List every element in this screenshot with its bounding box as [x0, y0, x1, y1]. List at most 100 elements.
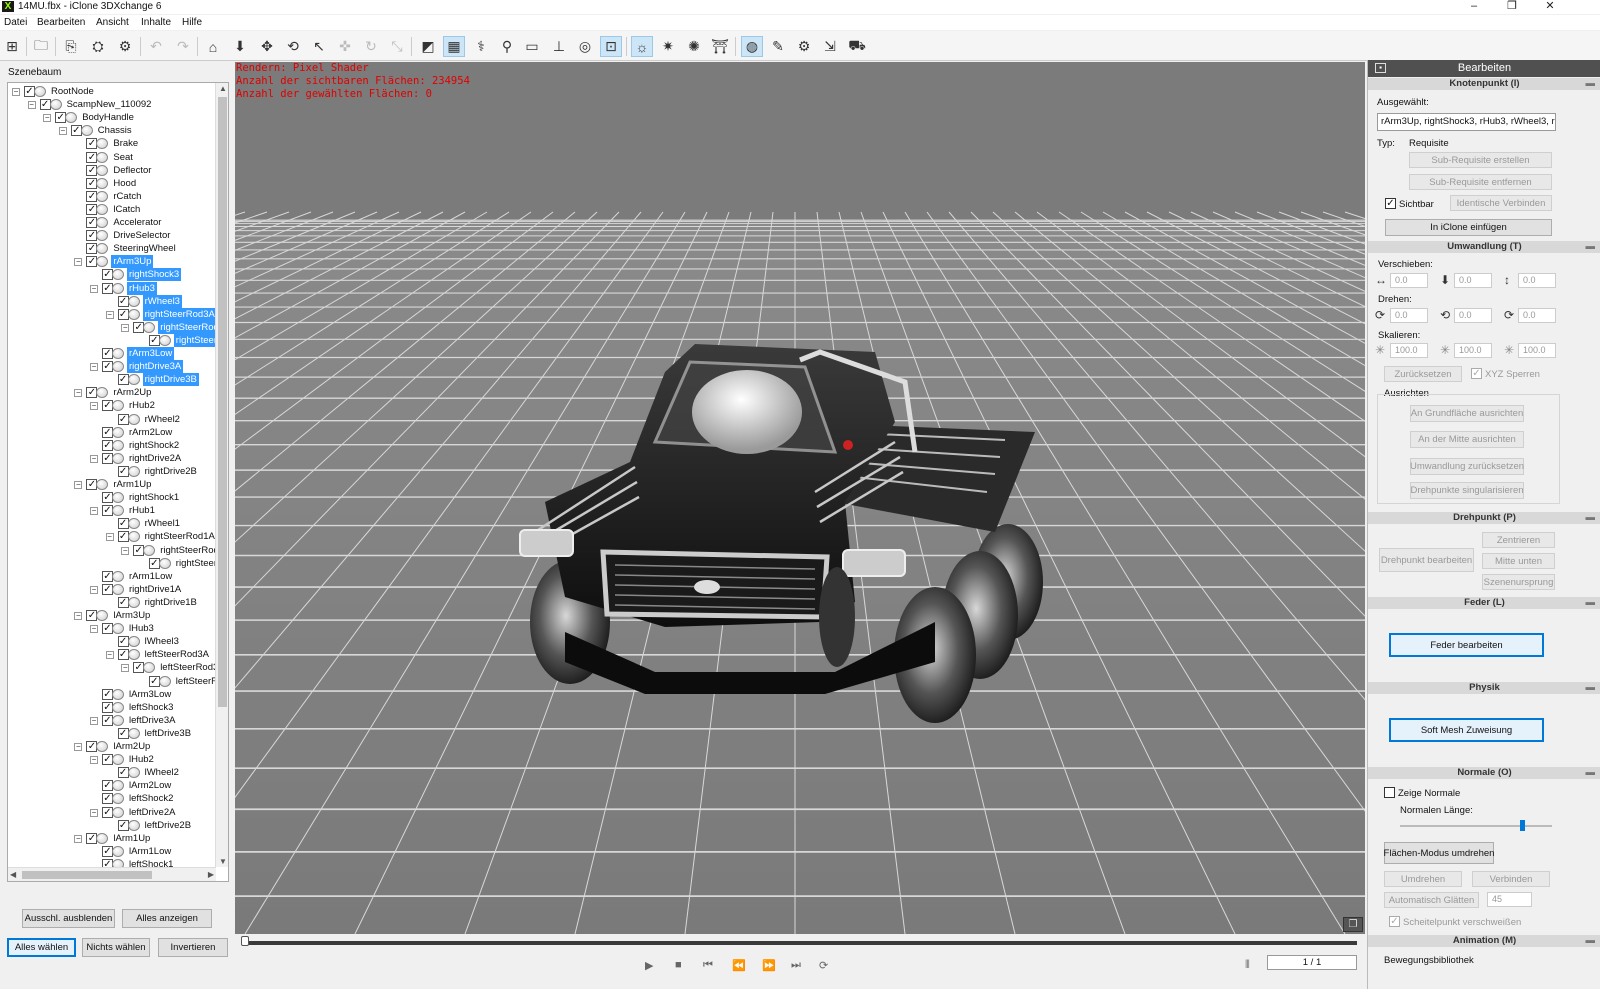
align-ground-button[interactable]: An Grundfläche ausrichten [1410, 405, 1524, 422]
tree-node[interactable]: ✓ Hood [8, 177, 214, 190]
spot-icon[interactable]: ✺ [683, 36, 705, 57]
tree-vertical-scrollbar[interactable]: ▲ ▼ [215, 83, 228, 867]
menu-help[interactable]: Hilfe [182, 17, 202, 28]
expand-collapse-icon[interactable]: − [90, 507, 98, 516]
timeline-menu-icon[interactable]: ⦀ [1245, 959, 1250, 972]
scale-y-field[interactable]: 100.0 [1454, 343, 1492, 358]
tree-node[interactable]: ✓ Brake [8, 137, 214, 150]
tree-node[interactable]: ✓ leftDrive3B [8, 727, 214, 740]
expand-collapse-icon[interactable]: − [58, 127, 67, 136]
frame-counter[interactable]: 1 / 1 [1267, 955, 1357, 970]
tree-node[interactable]: ✓ lArm1Low [8, 845, 214, 858]
expand-collapse-icon[interactable]: − [105, 310, 114, 319]
section-animation[interactable]: Animation (M) ▬ [1368, 935, 1600, 947]
reset-icon[interactable]: ↻ [360, 36, 382, 57]
expand-collapse-icon[interactable]: − [90, 585, 98, 594]
menu-edit[interactable]: Bearbeiten [37, 17, 85, 28]
node-visibility-checkbox[interactable]: ✓ [117, 636, 129, 648]
timeline-playhead[interactable] [241, 936, 249, 946]
expand-collapse-icon[interactable]: − [105, 651, 114, 660]
export-box-icon[interactable]: ⇲ [819, 36, 841, 57]
flip-face-mode-button[interactable]: Flächen-Modus umdrehen [1384, 842, 1494, 864]
tree-node[interactable]: − ✓ lHub2 [8, 753, 214, 766]
reset-transform-button[interactable]: Zurücksetzen [1384, 366, 1462, 382]
tree-node[interactable]: ✓ lCatch [8, 203, 214, 216]
tree-node[interactable]: − ✓ rightDrive2A [8, 452, 214, 465]
go-start-icon[interactable]: ⏮ [703, 959, 713, 972]
move-y-field[interactable]: 0.0 [1454, 273, 1492, 288]
import-icon[interactable]: ⛭ [87, 36, 109, 57]
expand-collapse-icon[interactable]: − [90, 284, 98, 293]
maximize-button[interactable]: ❐ [1494, 0, 1530, 14]
snap-icon[interactable]: ⤡ [386, 36, 408, 57]
section-pivot[interactable]: Drehpunkt (P) ▬ [1368, 512, 1600, 524]
stop-icon[interactable]: ■ [675, 959, 682, 971]
tree-node[interactable]: − ✓ leftDrive3A [8, 714, 214, 727]
expand-collapse-icon[interactable]: − [90, 756, 98, 765]
move-x-field[interactable]: 0.0 [1390, 273, 1428, 288]
rotate-icon[interactable]: ⟲ [282, 36, 304, 57]
expand-collapse-icon[interactable]: − [121, 323, 130, 332]
tree-node[interactable]: ✓ rCatch [8, 190, 214, 203]
menu-content[interactable]: Inhalte [141, 17, 171, 28]
tree-node[interactable]: ✓ lWheel3 [8, 635, 214, 648]
identical-connect-button[interactable]: Identische Verbinden [1450, 195, 1552, 211]
tree-node[interactable]: ✓ rightShock2 [8, 439, 214, 452]
expand-collapse-icon[interactable]: − [121, 664, 130, 673]
tree-node[interactable]: − ✓ rArm1Up [8, 478, 214, 491]
auto-smooth-button[interactable]: Automatisch Glätten [1384, 892, 1479, 908]
node-visibility-checkbox[interactable]: ✓ [117, 531, 129, 543]
tree-node[interactable]: ✓rightSteerRod3C [8, 333, 228, 347]
normal-length-slider[interactable] [1400, 825, 1552, 827]
move-down-icon[interactable]: ⬇ [229, 36, 251, 57]
3d-viewport[interactable]: Rendern: Pixel Shader Anzahl der sichtba… [235, 62, 1365, 934]
rotate-x-field[interactable]: 0.0 [1390, 308, 1428, 323]
viewport-layout-icon[interactable]: ❐ [1343, 917, 1363, 932]
section-normals[interactable]: Normale (O) ▬ [1368, 767, 1600, 779]
expand-collapse-icon[interactable]: − [90, 363, 98, 372]
tree-node[interactable]: − ✓ rightSteerRod1A [8, 530, 215, 543]
tree-node[interactable]: − ✓ rightSteerRod1B [8, 544, 228, 557]
redo-icon[interactable]: ↷ [172, 36, 194, 57]
grid-icon[interactable]: ▦ [443, 36, 465, 57]
tree-node[interactable]: ✓ lWheel2 [8, 766, 214, 779]
move-z-field[interactable]: 0.0 [1518, 273, 1556, 288]
weld-vertices-checkbox[interactable]: ✓ [1389, 916, 1400, 927]
scale-icon[interactable]: ✜ [334, 36, 356, 57]
remove-sub-prop-button[interactable]: Sub-Requisite entfernen [1409, 174, 1552, 190]
tree-node[interactable]: ✓ rWheel3 [8, 294, 214, 308]
tree-node[interactable]: ✓ leftDrive2B [8, 819, 214, 832]
scale-x-field[interactable]: 100.0 [1390, 343, 1428, 358]
normal-length-slider-thumb[interactable] [1519, 820, 1525, 831]
selected-nodes-field[interactable]: rArm3Up, rightShock3, rHub3, rWheel3, ri… [1377, 113, 1556, 131]
scale-z-field[interactable]: 100.0 [1518, 343, 1556, 358]
scrollbar-thumb[interactable] [218, 97, 227, 707]
tree-node[interactable]: − ✓ rHub2 [8, 399, 214, 412]
tree-node[interactable]: − ✓ Chassis [8, 124, 214, 137]
tree-node[interactable]: ✓ leftShock3 [8, 701, 214, 714]
light-icon[interactable]: ☼ [631, 36, 653, 57]
center-pivot-button[interactable]: Zentrieren [1482, 532, 1555, 548]
pin-icon[interactable]: ⚲ [496, 36, 518, 57]
node-visibility-checkbox[interactable]: ✓ [39, 99, 51, 111]
tree-node[interactable]: − ✓ BodyHandle [8, 111, 214, 124]
expand-collapse-icon[interactable]: − [74, 612, 83, 620]
expand-collapse-icon[interactable]: − [105, 533, 114, 542]
tree-node[interactable]: − ✓ rightDrive3A [8, 360, 214, 374]
tree-node[interactable]: ✓ rightDrive2B [8, 465, 214, 478]
tree-node[interactable]: ✓ Deflector [8, 164, 214, 177]
section-physics[interactable]: Physik ▬ [1368, 682, 1600, 694]
export-icon[interactable]: ⎘ [60, 36, 82, 57]
undo-icon[interactable]: ↶ [145, 36, 167, 57]
tree-node[interactable]: ✓ rWheel2 [8, 413, 214, 426]
tree-node[interactable]: ✓ lArm2Low [8, 779, 214, 792]
library-icon[interactable]: ⛩ [709, 36, 731, 57]
pin-icon[interactable]: ▪ [1375, 63, 1386, 73]
node-visibility-checkbox[interactable]: ✓ [117, 295, 129, 307]
node-visibility-checkbox[interactable]: ✓ [117, 819, 129, 831]
node-visibility-checkbox[interactable]: ✓ [117, 374, 129, 386]
tree-node[interactable]: − ✓ rArm3Up [8, 255, 214, 269]
node-visibility-checkbox[interactable]: ✓ [117, 649, 129, 661]
expand-collapse-icon[interactable]: − [90, 716, 98, 725]
tree-node[interactable]: ✓rightSteerRod1C [8, 557, 228, 570]
